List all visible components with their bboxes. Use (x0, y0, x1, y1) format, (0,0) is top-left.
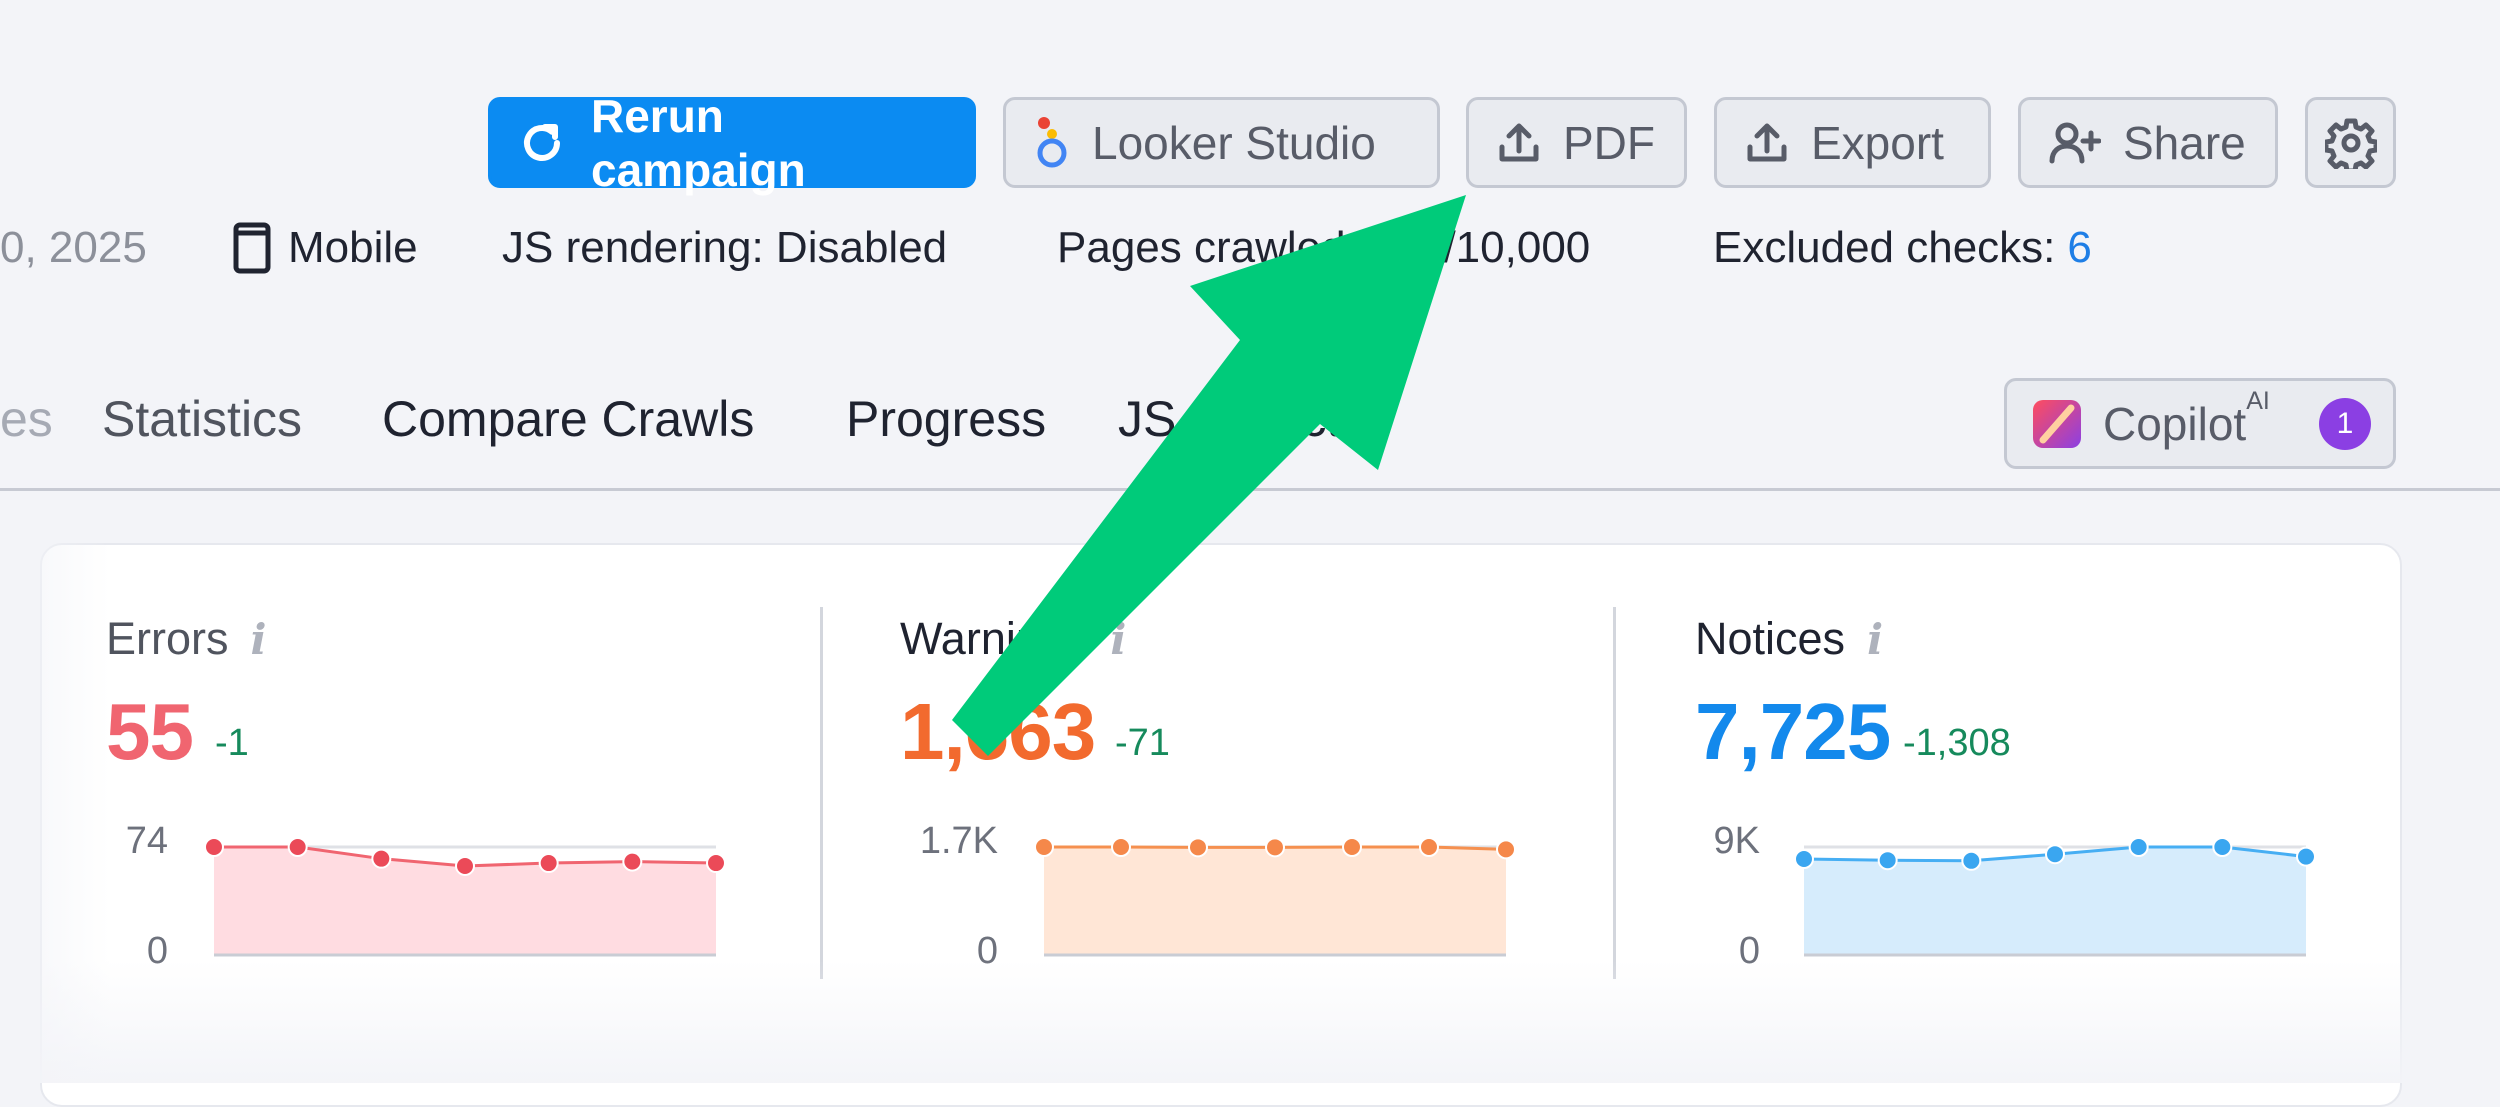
export-label: Export (1811, 116, 1944, 169)
errors-point (371, 848, 392, 869)
warnings-value[interactable]: 1,663 (900, 686, 1096, 778)
tab-statistics[interactable]: Statistics (102, 390, 302, 448)
tab-compare-crawls[interactable]: Compare Crawls (382, 390, 754, 448)
tab-issues[interactable]: es (0, 390, 53, 448)
errors-point (706, 853, 726, 874)
mobile-icon (233, 222, 271, 274)
errors-point (287, 837, 308, 857)
rerun-campaign-button[interactable]: Rerun campaign (488, 90, 976, 196)
column-divider (820, 607, 823, 979)
copilot-label: CopilotAI (2103, 387, 2270, 450)
warnings-point (1111, 837, 1131, 857)
notices-delta: -1,308 (1903, 722, 2011, 764)
settings-button[interactable] (2305, 97, 2396, 188)
js-rendering-info: JS rendering: Disabled (502, 223, 948, 272)
issues-summary-card (40, 543, 2402, 1107)
errors-chart (204, 837, 726, 957)
info-icon[interactable]: i (251, 615, 267, 664)
gear-icon (2324, 118, 2377, 169)
warnings-chart (1034, 837, 1516, 957)
upload-icon (1499, 123, 1539, 161)
copilot-badge: 1 (2319, 397, 2371, 450)
looker-studio-button[interactable]: Looker Studio (1003, 97, 1440, 188)
device-label: Mobile (288, 223, 418, 272)
excluded-checks-label: Excluded checks: (1713, 223, 2056, 272)
share-button[interactable]: Share (2018, 97, 2278, 188)
notices-point (1794, 849, 1814, 869)
tab-js-impact[interactable]: JS Impact (1118, 390, 1340, 448)
excluded-checks-link[interactable]: 6 (2067, 223, 2091, 273)
errors-label: Errors (106, 613, 229, 664)
warnings-delta: -71 (1115, 722, 1170, 764)
errors-point (622, 851, 643, 872)
info-icon[interactable]: i (1867, 615, 1883, 664)
warnings-area (1044, 847, 1506, 955)
device-info: Mobile (232, 218, 418, 278)
notices-chart (1794, 837, 2316, 957)
upload-icon (1747, 123, 1787, 161)
warnings-ymax-label: 1.7K (919, 820, 998, 862)
warnings-point (1496, 839, 1516, 860)
errors-ymin-label: 0 (146, 930, 168, 972)
warnings-point (1265, 837, 1285, 858)
errors-point (538, 853, 559, 874)
tab-progress[interactable]: Progress (846, 390, 1046, 448)
rerun-campaign-label: Rerun campaign (591, 89, 806, 196)
warnings-title: Warnings i (900, 613, 1126, 665)
export-button[interactable]: Export (1714, 97, 1991, 188)
notices-point (2045, 844, 2065, 865)
errors-point (455, 855, 475, 876)
pages-crawled-info: Pages crawled: 406/10,000 (1057, 223, 1591, 272)
looker-studio-label: Looker Studio (1092, 116, 1376, 169)
warnings-label: Warnings (900, 613, 1089, 664)
refresh-icon (524, 123, 560, 161)
add-user-icon (2049, 122, 2101, 163)
pdf-button[interactable]: PDF (1466, 97, 1687, 188)
tabs-divider (0, 488, 2500, 491)
column-divider (1613, 607, 1616, 979)
audit-date: 0, 2025 (0, 223, 147, 272)
notices-value[interactable]: 7,725 (1695, 686, 1891, 778)
notices-point (1877, 850, 1898, 871)
notices-title: Notices i (1695, 613, 1883, 665)
excluded-checks-info: Excluded checks: 6 (1713, 218, 2092, 278)
notices-ymin-label: 0 (1738, 930, 1760, 972)
errors-ymax-label: 74 (125, 820, 168, 862)
errors-point (204, 837, 224, 857)
notices-point (2128, 837, 2149, 857)
errors-title: Errors i (106, 613, 266, 665)
share-label: Share (2123, 116, 2246, 169)
looker-studio-icon (1037, 116, 1067, 167)
errors-value[interactable]: 55 (106, 686, 194, 778)
notices-point (2212, 837, 2233, 857)
pdf-label: PDF (1563, 116, 1655, 169)
warnings-point (1342, 837, 1362, 857)
warnings-point (1034, 837, 1054, 857)
notices-point (1961, 850, 1982, 871)
copilot-logo-icon (2033, 399, 2081, 448)
warnings-ymin-label: 0 (976, 930, 998, 972)
info-icon[interactable]: i (1110, 615, 1126, 664)
notices-point (2296, 846, 2316, 867)
notices-label: Notices (1695, 613, 1846, 664)
notices-ymax-label: 9K (1713, 820, 1760, 862)
errors-delta: -1 (215, 722, 249, 764)
warnings-point (1188, 837, 1208, 858)
copilot-button[interactable]: CopilotAI 1 (2004, 378, 2396, 469)
warnings-point (1419, 837, 1439, 857)
